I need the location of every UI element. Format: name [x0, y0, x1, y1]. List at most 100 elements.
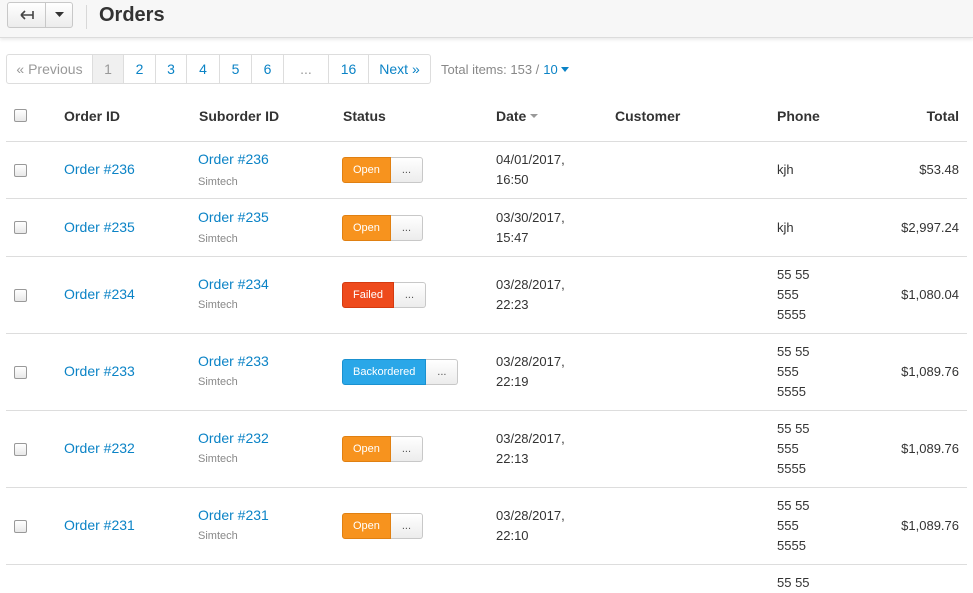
suborder-link[interactable]: Order #234	[198, 276, 269, 292]
pagination: « Previous 1 2 3 4 5 6 ... 16 Next »	[6, 54, 431, 84]
total-items-label: Total items: 153 /	[441, 62, 540, 77]
total-cell: $53.48	[919, 162, 959, 177]
history-dropdown-button[interactable]	[46, 3, 72, 27]
pagination-page-1[interactable]: 1	[93, 55, 124, 83]
table-row: Order #236 Order #236 Simtech Open ... 0…	[6, 142, 967, 199]
phone-cell: kjh	[777, 218, 794, 238]
status-badge[interactable]: Open	[342, 513, 391, 539]
header-divider	[86, 5, 87, 29]
column-phone[interactable]: Phone	[777, 108, 820, 124]
pagination-page-2[interactable]: 2	[124, 55, 156, 83]
suborder-link[interactable]: Order #231	[198, 507, 269, 523]
status-menu-button[interactable]: ...	[390, 436, 423, 462]
order-link[interactable]: Order #234	[64, 286, 135, 302]
row-checkbox[interactable]	[14, 289, 27, 302]
status-menu-button[interactable]: ...	[390, 157, 423, 183]
status-badge[interactable]: Open	[342, 157, 391, 183]
pagination-next[interactable]: Next »	[369, 55, 430, 83]
status-menu-button[interactable]: ...	[390, 215, 423, 241]
order-link[interactable]: Order #231	[64, 517, 135, 533]
date-value: 04/01/2017,	[496, 152, 565, 167]
status-menu-button[interactable]: ...	[390, 513, 423, 539]
table-row: Order #233 Order #233 Simtech Backordere…	[6, 334, 967, 411]
status-menu-button[interactable]: ...	[426, 359, 459, 385]
pagination-page-5[interactable]: 5	[220, 55, 252, 83]
status-badge[interactable]: Backordered	[342, 359, 427, 385]
pagination-page-4[interactable]: 4	[187, 55, 220, 83]
phone-line: 555	[777, 364, 799, 379]
phone-cell: 55 55 555 5555	[777, 419, 810, 479]
phone-line: 55 55	[777, 421, 810, 436]
phone-cell: 55 55 555 5555	[777, 342, 810, 402]
column-date[interactable]: Date	[496, 108, 539, 124]
row-checkbox[interactable]	[14, 221, 27, 234]
orders-table: Order ID Suborder ID Status Date Custome…	[6, 92, 967, 590]
status-menu-button[interactable]: ...	[393, 282, 426, 308]
date-cell: 03/28/2017, 22:23	[496, 275, 565, 315]
table-row: 55 55	[6, 565, 967, 590]
status-badge[interactable]: Open	[342, 215, 391, 241]
time-value: 22:13	[496, 451, 529, 466]
pagination-previous[interactable]: « Previous	[7, 55, 93, 83]
date-cell: 04/01/2017, 16:50	[496, 150, 565, 190]
back-button[interactable]	[8, 3, 46, 27]
order-link[interactable]: Order #232	[64, 440, 135, 456]
arrow-back-icon	[19, 10, 34, 20]
suborder-link[interactable]: Order #235	[198, 209, 269, 225]
suborder-link[interactable]: Order #233	[198, 353, 269, 369]
column-customer[interactable]: Customer	[615, 108, 680, 124]
pagination-ellipsis: ...	[284, 55, 329, 83]
pagination-page-6[interactable]: 6	[252, 55, 284, 83]
phone-line: 5555	[777, 538, 806, 553]
caret-down-icon[interactable]	[560, 67, 569, 72]
row-checkbox[interactable]	[14, 164, 27, 177]
column-total[interactable]: Total	[927, 108, 959, 124]
caret-down-icon	[54, 12, 64, 17]
status-badge[interactable]: Open	[342, 436, 391, 462]
date-value: 03/28/2017,	[496, 508, 565, 523]
pagination-page-3[interactable]: 3	[156, 55, 187, 83]
suborder-link[interactable]: Order #236	[198, 151, 269, 167]
date-cell: 03/28/2017, 22:10	[496, 506, 565, 546]
status-dropdown[interactable]: Open ...	[342, 513, 423, 539]
order-link[interactable]: Order #233	[64, 363, 135, 379]
date-value: 03/28/2017,	[496, 277, 565, 292]
page-title: Orders	[99, 4, 165, 26]
select-all-checkbox[interactable]	[14, 109, 27, 122]
total-cell: $2,997.24	[901, 220, 959, 235]
phone-line: 555	[777, 287, 799, 302]
order-link[interactable]: Order #235	[64, 219, 135, 235]
back-button-group	[7, 2, 73, 28]
time-value: 22:23	[496, 297, 529, 312]
row-checkbox[interactable]	[14, 366, 27, 379]
status-dropdown[interactable]: Open ...	[342, 157, 423, 183]
date-value: 03/28/2017,	[496, 431, 565, 446]
status-badge[interactable]: Failed	[342, 282, 394, 308]
column-suborder-id[interactable]: Suborder ID	[199, 108, 279, 124]
total-items: Total items: 153 / 10	[441, 62, 569, 77]
total-cell: $1,080.04	[901, 287, 959, 302]
row-checkbox[interactable]	[14, 520, 27, 533]
date-cell: 03/28/2017, 22:19	[496, 352, 565, 392]
table-row: Order #231 Order #231 Simtech Open ... 0…	[6, 488, 967, 565]
column-order-id[interactable]: Order ID	[64, 108, 120, 124]
order-link[interactable]: Order #236	[64, 161, 135, 177]
phone-line: 55 55	[777, 267, 810, 282]
status-dropdown[interactable]: Failed ...	[342, 282, 426, 308]
column-date-label: Date	[496, 108, 527, 124]
time-value: 15:47	[496, 230, 529, 245]
pagination-page-16[interactable]: 16	[329, 55, 369, 83]
row-checkbox[interactable]	[14, 443, 27, 456]
phone-line: 55 55	[777, 344, 810, 359]
suborder-link[interactable]: Order #232	[198, 430, 269, 446]
status-dropdown[interactable]: Backordered ...	[342, 359, 459, 385]
status-dropdown[interactable]: Open ...	[342, 215, 423, 241]
phone-cell: kjh	[777, 160, 794, 180]
date-cell: 03/28/2017, 22:13	[496, 429, 565, 469]
phone-line: 5555	[777, 461, 806, 476]
vendor-name: Simtech	[198, 453, 238, 465]
items-per-page-selector[interactable]: 10	[543, 62, 557, 77]
date-cell: 03/30/2017, 15:47	[496, 208, 565, 248]
column-status[interactable]: Status	[343, 108, 386, 124]
status-dropdown[interactable]: Open ...	[342, 436, 423, 462]
